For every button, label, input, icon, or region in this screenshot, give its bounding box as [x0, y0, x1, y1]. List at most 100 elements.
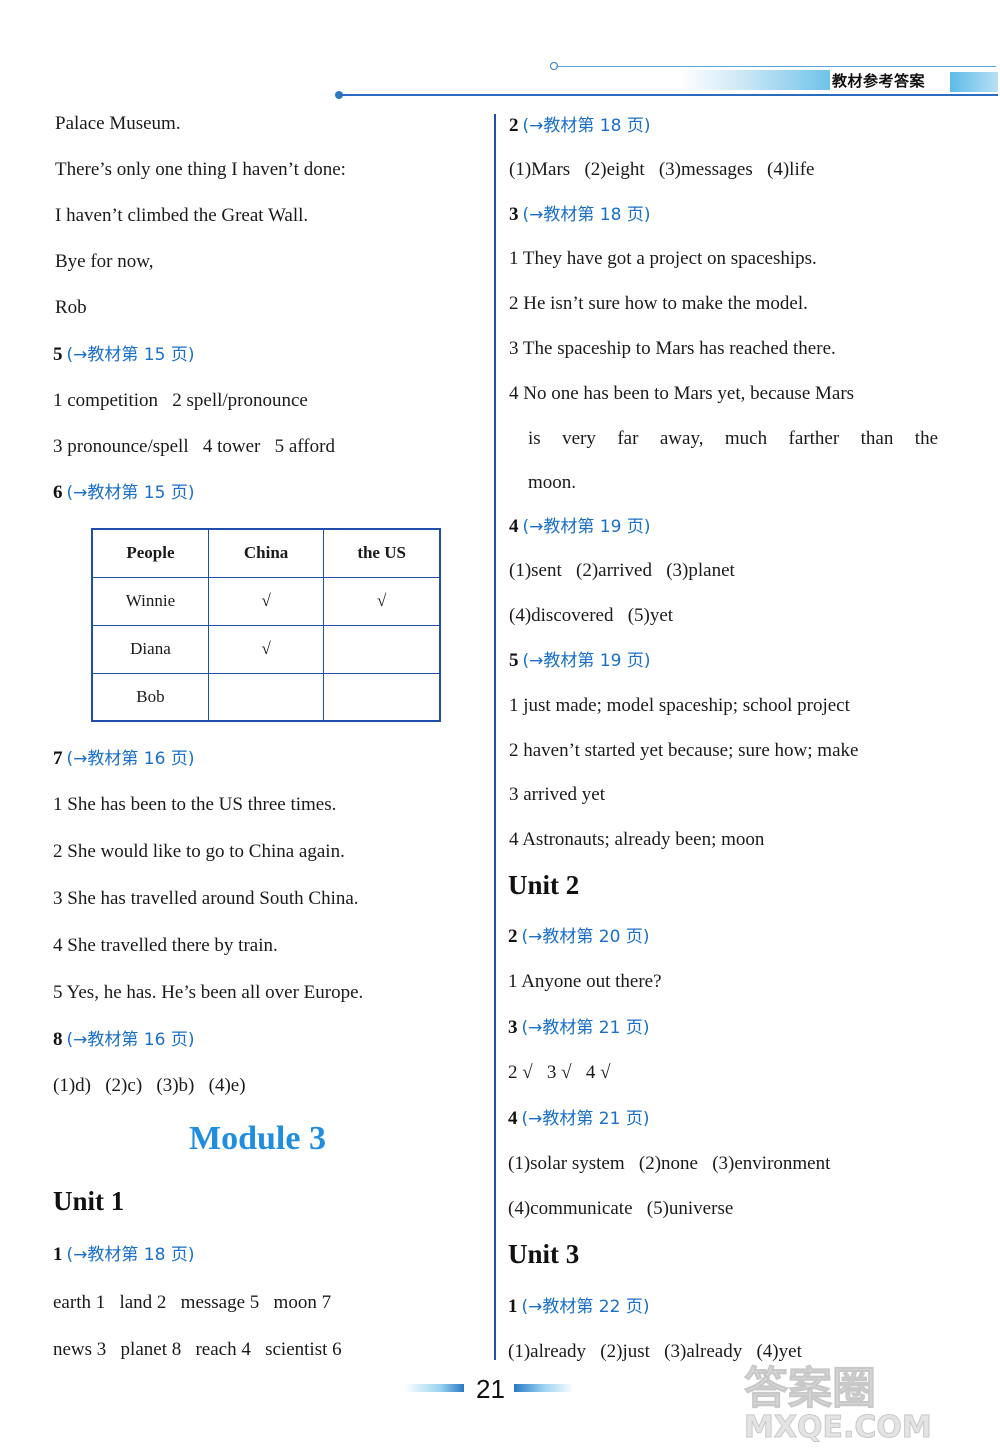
answer-line: 4 No one has been to Mars yet, because M…	[509, 383, 855, 404]
question-heading: 3 (→教材第 18 页)	[509, 203, 650, 227]
question-heading: 3 (→教材第 21 页)	[508, 1016, 649, 1040]
question-number: 6	[53, 482, 63, 503]
section-title: 教材参考答案	[832, 72, 926, 90]
footer-ornament-left	[404, 1384, 464, 1392]
answer-line: 1 Anyone out there?	[508, 971, 662, 992]
answer-line: earth 1 land 2 message 5 moon 7	[53, 1292, 332, 1313]
table-cell: Diana	[91, 624, 209, 674]
question-heading: 1 (→教材第 22 页)	[508, 1295, 649, 1319]
text-line: I haven’t climbed the Great Wall.	[55, 205, 309, 226]
answer-line: (1)solar system (2)none (3)environment	[508, 1153, 831, 1174]
textbook-page-ref: (→教材第 22 页)	[521, 1297, 650, 1317]
answer-line: 2 √ 3 √ 4 √	[508, 1062, 611, 1083]
header-rule-bottom	[340, 94, 998, 96]
textbook-page-ref: (→教材第 21 页)	[521, 1109, 650, 1129]
header-gradient-band	[680, 70, 830, 90]
table-header-row: People China the US	[91, 528, 441, 578]
textbook-page-ref: (→教材第 15 页)	[66, 483, 195, 503]
table-cell-check	[323, 624, 441, 674]
table-cell-check	[323, 672, 441, 722]
header-gradient-band-right	[950, 72, 998, 92]
textbook-page-ref: (→教材第 18 页)	[522, 116, 651, 136]
question-number: 8	[53, 1029, 63, 1050]
question-number: 5	[53, 344, 63, 365]
question-heading: 2 (→教材第 18 页)	[509, 114, 650, 138]
answer-line: 4 She travelled there by train.	[53, 935, 278, 956]
header-rule-top	[556, 66, 996, 67]
answer-line: 3 The spaceship to Mars has reached ther…	[509, 338, 836, 359]
question-heading: 6 (→教材第 15 页)	[53, 481, 194, 505]
table-row: Diana √	[91, 624, 441, 674]
answer-line-continued: is very far away, much farther than the	[528, 428, 938, 449]
answer-line: 3 pronounce/spell 4 tower 5 afford	[53, 436, 335, 457]
textbook-page-ref: (→教材第 20 页)	[521, 927, 650, 947]
question-number: 2	[508, 926, 518, 947]
answer-line: 3 arrived yet	[509, 784, 606, 805]
question-number: 1	[508, 1296, 518, 1317]
textbook-page-ref: (→教材第 18 页)	[522, 205, 651, 225]
textbook-page-ref: (→教材第 19 页)	[522, 651, 651, 671]
answer-line: (1)Mars (2)eight (3)messages (4)life	[509, 159, 815, 180]
answer-line: 1 competition 2 spell/pronounce	[53, 390, 308, 411]
answer-line: 1 She has been to the US three times.	[53, 794, 337, 815]
answer-line: 4 Astronauts; already been; moon	[509, 829, 765, 850]
table-cell-check	[207, 672, 325, 722]
answer-line: 1 just made; model spaceship; school pro…	[509, 695, 850, 716]
answer-line: news 3 planet 8 reach 4 scientist 6	[53, 1339, 342, 1360]
question-number: 3	[508, 1017, 518, 1038]
table-row: Winnie √ √	[91, 576, 441, 626]
table-cell: Bob	[91, 672, 209, 722]
watermark: 答案圈 MXQE.COM	[742, 1363, 933, 1444]
question-heading: 8 (→教材第 16 页)	[53, 1028, 194, 1052]
unit-title: Unit 1	[53, 1186, 125, 1216]
text-line: Palace Museum.	[55, 113, 181, 134]
textbook-page-ref: (→教材第 19 页)	[522, 517, 651, 537]
answer-line: 2 He isn’t sure how to make the model.	[509, 293, 808, 314]
textbook-page-ref: (→教材第 18 页)	[66, 1245, 195, 1265]
question-heading: 2 (→教材第 20 页)	[508, 925, 649, 949]
textbook-page-ref: (→教材第 15 页)	[66, 345, 195, 365]
column-divider	[494, 114, 496, 1360]
answer-line: (1)sent (2)arrived (3)planet	[509, 560, 735, 581]
question-heading: 5 (→教材第 15 页)	[53, 343, 194, 367]
table-header-cell: People	[91, 528, 209, 578]
answer-line: 1 They have got a project on spaceships.	[509, 248, 817, 269]
table-cell-check: √	[207, 576, 325, 626]
answer-line: 5 Yes, he has. He’s been all over Europe…	[53, 982, 364, 1003]
question-number: 2	[509, 115, 519, 136]
answer-line: (1)d) (2)c) (3)b) (4)e)	[53, 1075, 246, 1096]
answer-line: (4)communicate (5)universe	[508, 1198, 734, 1219]
table-row: Bob	[91, 672, 441, 722]
textbook-page-ref: (→教材第 16 页)	[66, 1030, 195, 1050]
table-header-cell: the US	[323, 528, 441, 578]
page-number: 21	[476, 1374, 505, 1404]
text-line: Rob	[55, 297, 87, 318]
question-number: 4	[508, 1108, 518, 1129]
table-cell: Winnie	[91, 576, 209, 626]
table-cell-check: √	[207, 624, 325, 674]
footer-ornament-right	[514, 1384, 574, 1392]
question-heading: 1 (→教材第 18 页)	[53, 1243, 194, 1267]
question-heading: 5 (→教材第 19 页)	[509, 649, 650, 673]
answer-line: 2 haven’t started yet because; sure how;…	[509, 740, 859, 761]
unit-title: Unit 2	[508, 870, 580, 900]
module-title: Module 3	[189, 1120, 326, 1157]
table-header-cell: China	[207, 528, 325, 578]
answer-line: 3 She has travelled around South China.	[53, 888, 359, 909]
unit-title: Unit 3	[508, 1239, 580, 1269]
answer-table: People China the US Winnie √ √ Diana √ B…	[91, 528, 441, 722]
text-line: Bye for now,	[55, 251, 154, 272]
question-heading: 4 (→教材第 21 页)	[508, 1107, 649, 1131]
answer-line: (1)already (2)just (3)already (4)yet	[508, 1341, 802, 1362]
textbook-page-ref: (→教材第 16 页)	[66, 749, 195, 769]
answer-line: 2 She would like to go to China again.	[53, 841, 345, 862]
text-line: There’s only one thing I haven’t done:	[55, 159, 346, 180]
question-number: 7	[53, 748, 63, 769]
answer-line: (4)discovered (5)yet	[509, 605, 674, 626]
question-number: 1	[53, 1244, 63, 1265]
question-number: 3	[509, 204, 519, 225]
answer-line-continued: moon.	[528, 472, 577, 493]
watermark-logo-text: 答案圈	[744, 1363, 877, 1414]
question-heading: 7 (→教材第 16 页)	[53, 747, 194, 771]
textbook-page-ref: (→教材第 21 页)	[521, 1018, 650, 1038]
